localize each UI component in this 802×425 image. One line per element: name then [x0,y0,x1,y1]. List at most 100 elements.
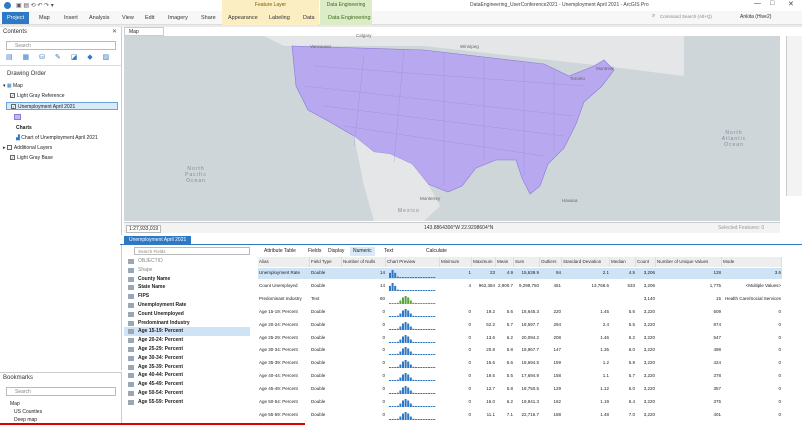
map-label: Montreal [596,66,614,71]
column-header[interactable]: Sum [514,257,540,267]
column-header[interactable]: Minimum [440,257,472,267]
column-header[interactable]: Mode [722,257,782,267]
tab-data[interactable]: Data [300,13,318,23]
column-header[interactable]: Mean [496,257,514,267]
bookmarks-search-input[interactable]: Search [6,387,116,396]
scale-select[interactable]: 1:27,933,019 [126,225,162,233]
minimize-icon[interactable]: — [754,0,761,7]
histogram-icon [389,321,436,330]
column-header[interactable]: Chart Preview [386,257,440,267]
table-cell: 6.2 [506,334,513,340]
tree-item-light-gray-reference[interactable]: ✓ Light Gray Reference [10,92,65,100]
tree-item-chart[interactable]: ▟ Chart of Unemployment April 2021 [16,134,98,142]
maximize-icon[interactable]: □ [770,0,774,7]
tab-insert[interactable]: Insert [61,13,81,23]
field-list-item[interactable]: Unemployment Rate [124,301,250,310]
bookmark-us-counties[interactable]: US Counties [14,408,42,416]
field-list-item[interactable]: County Name [124,275,250,284]
table-cell: 220 [553,308,561,314]
tab-map[interactable]: Map [36,13,53,23]
field-list-item[interactable]: Age 50-54: Percent [124,389,250,398]
user-menu[interactable]: Ankita (Hive2) [740,14,771,20]
tab-project[interactable]: Project [2,12,30,24]
field-list-item[interactable]: FIPS [124,292,250,301]
field-list-item[interactable]: Age 55-59: Percent [124,398,250,407]
tab-analysis[interactable]: Analysis [86,13,112,23]
field-list-item[interactable]: Age 20-24: Percent [124,336,250,345]
close-icon[interactable]: ✕ [112,28,117,35]
field-list-item[interactable]: Age 45-49: Percent [124,380,250,389]
column-header[interactable]: Count [636,257,656,267]
table-cell: Age 50-54: Percent [259,399,298,404]
contents-search-input[interactable]: Search [6,41,116,50]
field-list-item[interactable]: Age 40-44: Percent [124,371,250,380]
checkbox-icon[interactable] [6,145,12,151]
quick-access-icons[interactable]: ▣ ▤ ⟲ ↶ ↷ ▾ [16,2,54,9]
tab-edit[interactable]: Edit [142,13,157,23]
tree-item-light-gray-base[interactable]: ✓ Light Gray Base [10,154,53,162]
calculate-button[interactable]: Calculate [426,247,447,256]
column-header[interactable]: Maximum [472,257,496,267]
close-icon[interactable]: ✕ [788,0,794,8]
table-cell: 0 [382,386,385,392]
tab-imagery[interactable]: Imagery [165,13,191,23]
field-list-item[interactable]: Age 25-29: Percent [124,345,250,354]
attr-tab[interactable]: Unemployment April 2021 [124,236,192,245]
column-header[interactable]: Number of Unique Values [656,257,722,267]
numeric-toggle[interactable]: Numeric [350,247,375,256]
map-svg [124,36,780,221]
table-cell: 7.0 [628,411,635,417]
chart-preview [386,358,440,369]
bookmarks-title: Bookmarks [3,375,34,381]
table-cell: 5.5 [628,321,635,327]
column-header[interactable]: Median [610,257,636,267]
tab-share[interactable]: Share [198,13,219,23]
table-cell: 18,597.7 [521,321,539,327]
column-header[interactable]: Alias [258,257,310,267]
tree-item-unemployment[interactable]: ✓ Unemployment April 2021 [6,102,118,110]
command-search-input[interactable]: Command Search (Alt+Q) [660,14,712,19]
checkbox-icon[interactable]: ✓ [10,155,15,161]
tab-data-engineering[interactable]: Data Engineering [325,13,374,23]
table-cell: 0 [468,399,471,404]
table-cell: 6.0 [628,386,635,392]
tab-view[interactable]: View [119,13,137,23]
table-cell: Age 30-34: Percent [259,347,298,353]
column-header[interactable]: Field Type [310,257,342,267]
column-header[interactable]: Outliers [540,257,562,267]
column-header[interactable]: Standard Deviation [562,257,610,267]
tree-item-map[interactable]: ▾ ▦ Map [3,82,23,90]
table-cell: 3,220 [643,321,655,327]
field-list-item[interactable]: Count Unemployed [124,310,250,319]
checkbox-icon[interactable]: ✓ [10,93,15,99]
fields-button[interactable]: Fields [308,247,321,256]
checkbox-icon[interactable]: ✓ [11,104,16,110]
text-toggle[interactable]: Text [384,247,393,256]
table-cell: 5.6 [628,308,635,314]
field-list-item[interactable]: Shape [124,266,250,275]
field-list-item[interactable]: OBJECTID [124,257,250,266]
table-cell: Double [311,282,326,288]
field-list-item[interactable]: Predominant Industry [124,319,250,328]
table-cell: <Multiple Values> [745,282,781,288]
map-canvas[interactable]: Calgary Vancouver Winnipeg Montreal Toro… [124,33,780,221]
chart-preview [386,345,440,356]
tab-appearance[interactable]: Appearance [225,13,261,23]
column-header[interactable]: Number of Nulls [342,257,386,267]
field-list-item[interactable]: State Name [124,283,250,292]
attribute-table-button[interactable]: Attribute Table [264,247,296,256]
tab-labeling[interactable]: Labeling [266,13,293,23]
field-list-item[interactable]: Age 15-19: Percent [124,327,250,337]
table-cell: 162 [553,399,561,404]
field-search-input[interactable]: Search Fields [134,247,250,255]
field-list-item[interactable]: Age 30-34: Percent [124,354,250,363]
bookmark-map[interactable]: Map [10,400,20,408]
map-tab[interactable]: Map [124,27,164,36]
table-cell [496,294,514,304]
tree-item-additional-layers[interactable]: ▸ Additional Layers [3,144,52,152]
table-cell: 0 [778,308,781,314]
table-cell: 9,299,750 [518,282,539,288]
table-cell [562,294,610,304]
histogram-icon [389,308,436,317]
field-list-item[interactable]: Age 35-39: Percent [124,363,250,372]
